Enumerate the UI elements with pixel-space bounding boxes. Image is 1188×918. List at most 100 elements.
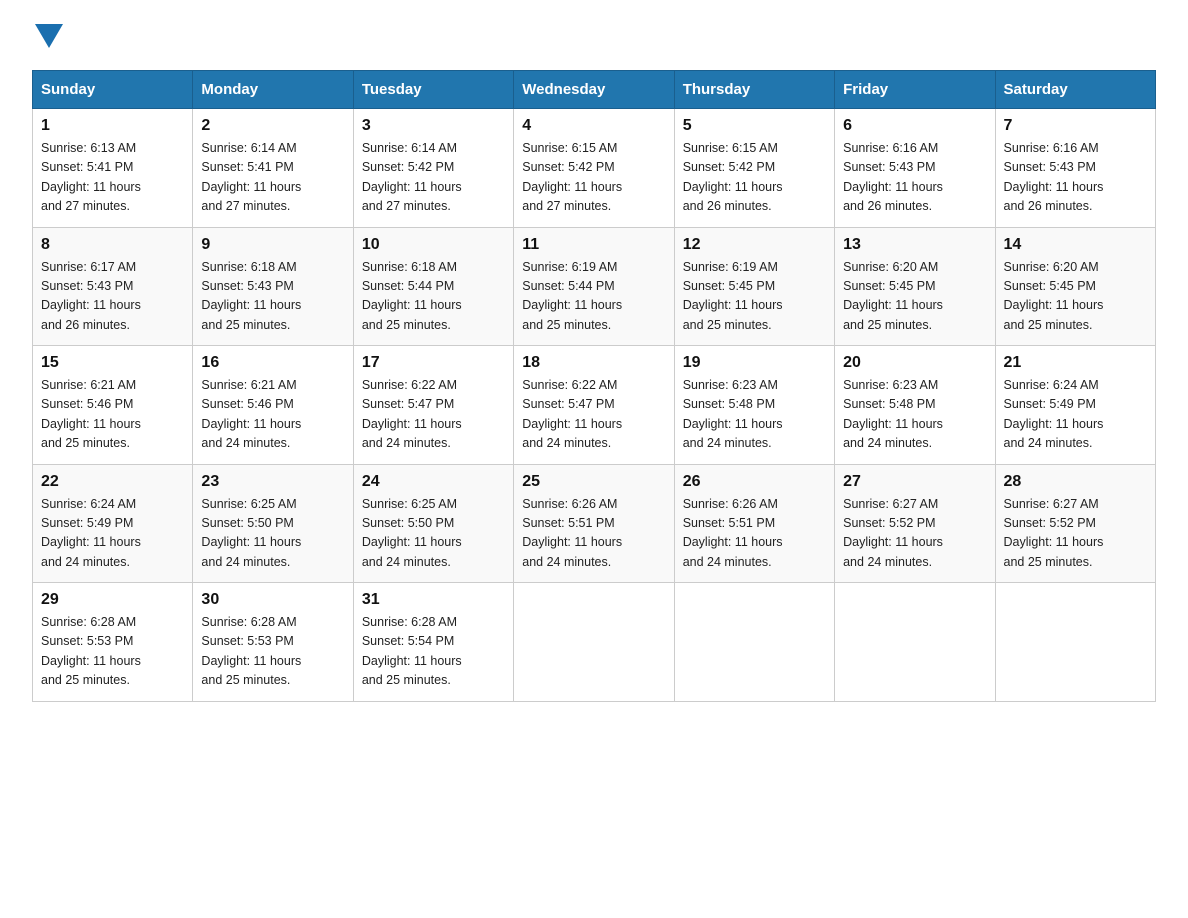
day-info: Sunrise: 6:18 AM Sunset: 5:43 PM Dayligh… [201,258,344,336]
day-number: 1 [41,117,184,135]
day-info: Sunrise: 6:16 AM Sunset: 5:43 PM Dayligh… [843,139,986,217]
day-number: 11 [522,236,665,254]
calendar-day-cell: 22 Sunrise: 6:24 AM Sunset: 5:49 PM Dayl… [33,464,193,583]
day-number: 9 [201,236,344,254]
calendar-day-cell: 19 Sunrise: 6:23 AM Sunset: 5:48 PM Dayl… [674,346,834,465]
header-friday: Friday [835,71,995,109]
day-number: 27 [843,473,986,491]
calendar-day-cell: 16 Sunrise: 6:21 AM Sunset: 5:46 PM Dayl… [193,346,353,465]
day-number: 16 [201,354,344,372]
day-number: 4 [522,117,665,135]
calendar-day-cell: 5 Sunrise: 6:15 AM Sunset: 5:42 PM Dayli… [674,109,834,228]
day-info: Sunrise: 6:27 AM Sunset: 5:52 PM Dayligh… [843,495,986,573]
calendar-day-cell: 23 Sunrise: 6:25 AM Sunset: 5:50 PM Dayl… [193,464,353,583]
calendar-day-cell [995,583,1155,702]
day-number: 24 [362,473,505,491]
calendar-week-row: 22 Sunrise: 6:24 AM Sunset: 5:49 PM Dayl… [33,464,1156,583]
calendar-day-cell: 15 Sunrise: 6:21 AM Sunset: 5:46 PM Dayl… [33,346,193,465]
calendar-day-cell: 28 Sunrise: 6:27 AM Sunset: 5:52 PM Dayl… [995,464,1155,583]
logo [32,24,63,50]
calendar-day-cell: 1 Sunrise: 6:13 AM Sunset: 5:41 PM Dayli… [33,109,193,228]
day-number: 2 [201,117,344,135]
day-number: 19 [683,354,826,372]
day-number: 18 [522,354,665,372]
day-number: 28 [1004,473,1147,491]
day-info: Sunrise: 6:28 AM Sunset: 5:53 PM Dayligh… [41,613,184,691]
day-info: Sunrise: 6:15 AM Sunset: 5:42 PM Dayligh… [522,139,665,217]
day-info: Sunrise: 6:18 AM Sunset: 5:44 PM Dayligh… [362,258,505,336]
calendar-day-cell: 21 Sunrise: 6:24 AM Sunset: 5:49 PM Dayl… [995,346,1155,465]
day-number: 20 [843,354,986,372]
calendar-day-cell [835,583,995,702]
calendar-day-cell: 30 Sunrise: 6:28 AM Sunset: 5:53 PM Dayl… [193,583,353,702]
day-number: 31 [362,591,505,609]
calendar-week-row: 1 Sunrise: 6:13 AM Sunset: 5:41 PM Dayli… [33,109,1156,228]
day-info: Sunrise: 6:26 AM Sunset: 5:51 PM Dayligh… [522,495,665,573]
day-number: 25 [522,473,665,491]
day-info: Sunrise: 6:23 AM Sunset: 5:48 PM Dayligh… [683,376,826,454]
day-number: 5 [683,117,826,135]
calendar-header-row: SundayMondayTuesdayWednesdayThursdayFrid… [33,71,1156,109]
header-sunday: Sunday [33,71,193,109]
day-info: Sunrise: 6:21 AM Sunset: 5:46 PM Dayligh… [201,376,344,454]
day-info: Sunrise: 6:28 AM Sunset: 5:54 PM Dayligh… [362,613,505,691]
calendar-week-row: 29 Sunrise: 6:28 AM Sunset: 5:53 PM Dayl… [33,583,1156,702]
day-number: 22 [41,473,184,491]
header-thursday: Thursday [674,71,834,109]
calendar-day-cell: 27 Sunrise: 6:27 AM Sunset: 5:52 PM Dayl… [835,464,995,583]
day-number: 3 [362,117,505,135]
calendar-day-cell: 10 Sunrise: 6:18 AM Sunset: 5:44 PM Dayl… [353,227,513,346]
calendar-day-cell [514,583,674,702]
header-wednesday: Wednesday [514,71,674,109]
day-number: 14 [1004,236,1147,254]
calendar-day-cell: 8 Sunrise: 6:17 AM Sunset: 5:43 PM Dayli… [33,227,193,346]
day-info: Sunrise: 6:15 AM Sunset: 5:42 PM Dayligh… [683,139,826,217]
day-info: Sunrise: 6:22 AM Sunset: 5:47 PM Dayligh… [362,376,505,454]
calendar-week-row: 15 Sunrise: 6:21 AM Sunset: 5:46 PM Dayl… [33,346,1156,465]
calendar-day-cell: 31 Sunrise: 6:28 AM Sunset: 5:54 PM Dayl… [353,583,513,702]
day-info: Sunrise: 6:22 AM Sunset: 5:47 PM Dayligh… [522,376,665,454]
calendar-table: SundayMondayTuesdayWednesdayThursdayFrid… [32,70,1156,702]
day-info: Sunrise: 6:14 AM Sunset: 5:41 PM Dayligh… [201,139,344,217]
day-info: Sunrise: 6:24 AM Sunset: 5:49 PM Dayligh… [1004,376,1147,454]
day-info: Sunrise: 6:19 AM Sunset: 5:44 PM Dayligh… [522,258,665,336]
day-number: 10 [362,236,505,254]
calendar-day-cell: 9 Sunrise: 6:18 AM Sunset: 5:43 PM Dayli… [193,227,353,346]
calendar-day-cell: 17 Sunrise: 6:22 AM Sunset: 5:47 PM Dayl… [353,346,513,465]
calendar-day-cell: 25 Sunrise: 6:26 AM Sunset: 5:51 PM Dayl… [514,464,674,583]
day-info: Sunrise: 6:28 AM Sunset: 5:53 PM Dayligh… [201,613,344,691]
day-number: 13 [843,236,986,254]
day-number: 29 [41,591,184,609]
calendar-day-cell: 6 Sunrise: 6:16 AM Sunset: 5:43 PM Dayli… [835,109,995,228]
day-info: Sunrise: 6:19 AM Sunset: 5:45 PM Dayligh… [683,258,826,336]
calendar-day-cell: 13 Sunrise: 6:20 AM Sunset: 5:45 PM Dayl… [835,227,995,346]
day-info: Sunrise: 6:25 AM Sunset: 5:50 PM Dayligh… [362,495,505,573]
day-info: Sunrise: 6:17 AM Sunset: 5:43 PM Dayligh… [41,258,184,336]
calendar-day-cell: 11 Sunrise: 6:19 AM Sunset: 5:44 PM Dayl… [514,227,674,346]
day-info: Sunrise: 6:14 AM Sunset: 5:42 PM Dayligh… [362,139,505,217]
calendar-day-cell: 7 Sunrise: 6:16 AM Sunset: 5:43 PM Dayli… [995,109,1155,228]
day-info: Sunrise: 6:23 AM Sunset: 5:48 PM Dayligh… [843,376,986,454]
calendar-day-cell [674,583,834,702]
calendar-day-cell: 18 Sunrise: 6:22 AM Sunset: 5:47 PM Dayl… [514,346,674,465]
calendar-week-row: 8 Sunrise: 6:17 AM Sunset: 5:43 PM Dayli… [33,227,1156,346]
header-tuesday: Tuesday [353,71,513,109]
day-info: Sunrise: 6:13 AM Sunset: 5:41 PM Dayligh… [41,139,184,217]
calendar-day-cell: 2 Sunrise: 6:14 AM Sunset: 5:41 PM Dayli… [193,109,353,228]
day-info: Sunrise: 6:24 AM Sunset: 5:49 PM Dayligh… [41,495,184,573]
day-number: 8 [41,236,184,254]
day-number: 21 [1004,354,1147,372]
day-info: Sunrise: 6:27 AM Sunset: 5:52 PM Dayligh… [1004,495,1147,573]
calendar-day-cell: 3 Sunrise: 6:14 AM Sunset: 5:42 PM Dayli… [353,109,513,228]
calendar-day-cell: 26 Sunrise: 6:26 AM Sunset: 5:51 PM Dayl… [674,464,834,583]
calendar-day-cell: 4 Sunrise: 6:15 AM Sunset: 5:42 PM Dayli… [514,109,674,228]
calendar-day-cell: 14 Sunrise: 6:20 AM Sunset: 5:45 PM Dayl… [995,227,1155,346]
day-number: 17 [362,354,505,372]
day-number: 15 [41,354,184,372]
calendar-day-cell: 20 Sunrise: 6:23 AM Sunset: 5:48 PM Dayl… [835,346,995,465]
day-info: Sunrise: 6:25 AM Sunset: 5:50 PM Dayligh… [201,495,344,573]
header-saturday: Saturday [995,71,1155,109]
day-info: Sunrise: 6:21 AM Sunset: 5:46 PM Dayligh… [41,376,184,454]
day-number: 7 [1004,117,1147,135]
day-info: Sunrise: 6:20 AM Sunset: 5:45 PM Dayligh… [843,258,986,336]
